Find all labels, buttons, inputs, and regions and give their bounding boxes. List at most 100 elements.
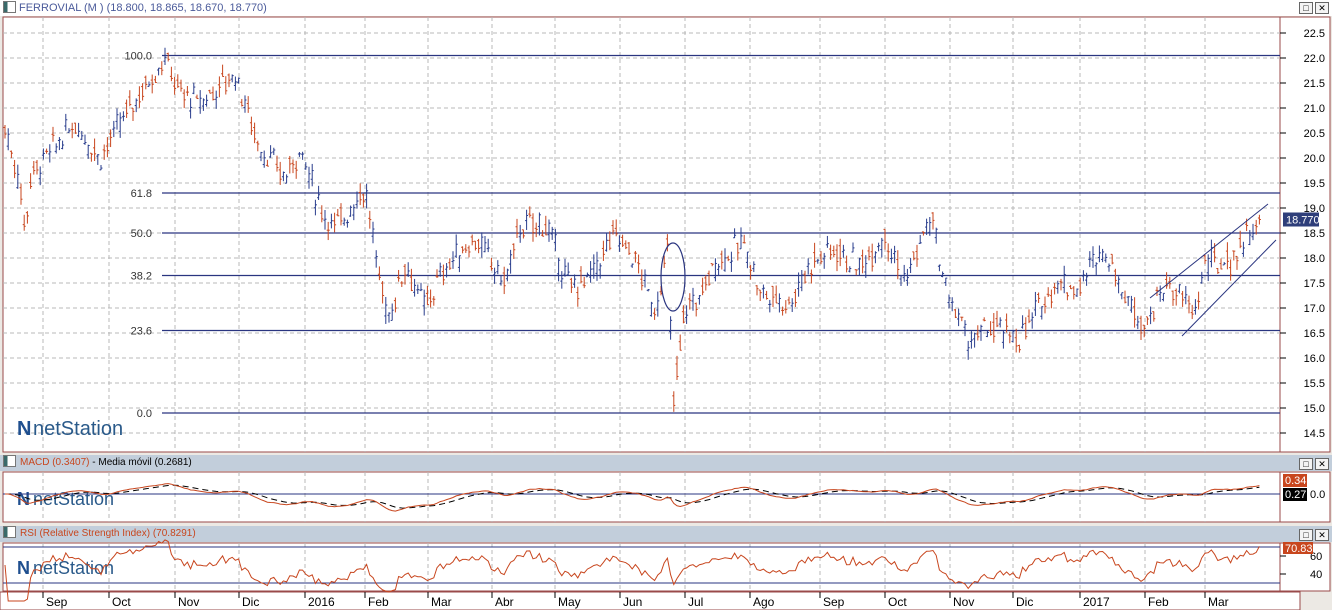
y-tick-label: 20.0 xyxy=(1304,153,1325,165)
ohlc-bar xyxy=(1177,284,1181,294)
ohlc-bar xyxy=(294,160,298,179)
ohlc-bar xyxy=(966,340,970,360)
ohlc-bar xyxy=(1072,286,1076,300)
fibonacci-label: 38.2 xyxy=(131,271,152,283)
ohlc-bar xyxy=(323,209,327,230)
ohlc-bar xyxy=(157,67,161,76)
ohlc-bar xyxy=(505,268,509,282)
ohlc-bar xyxy=(397,269,401,282)
ohlc-bar xyxy=(1091,246,1095,268)
ohlc-bar xyxy=(13,159,17,179)
ohlc-bar xyxy=(1149,306,1153,325)
price-chart[interactable]: Sep Oct Nov Dic 2016 Feb Mar Abr May Jun Jul Ago Sep… xyxy=(0,0,1332,610)
ohlc-bar xyxy=(368,210,372,229)
ohlc-bar xyxy=(934,227,938,244)
ohlc-bar xyxy=(777,293,781,313)
netstation-logo: netStation xyxy=(33,418,123,440)
ohlc-bar xyxy=(534,222,538,238)
ohlc-bar xyxy=(179,79,183,92)
ohlc-bar xyxy=(989,321,993,336)
ohlc-bar xyxy=(198,90,202,114)
ohlc-bar xyxy=(979,324,983,341)
ohlc-bar xyxy=(304,162,308,170)
ohlc-bar xyxy=(1245,218,1249,232)
ohlc-bar xyxy=(429,289,433,308)
ohlc-bar xyxy=(441,264,445,286)
ohlc-bar xyxy=(1133,297,1137,328)
ohlc-bar xyxy=(1008,331,1012,344)
rsi-tick-label: 40 xyxy=(1310,569,1322,581)
ohlc-bar xyxy=(1190,304,1194,320)
rsi-close-button[interactable]: ✕ xyxy=(1315,529,1329,541)
ohlc-bar xyxy=(518,224,522,243)
ohlc-bar xyxy=(272,147,276,156)
ohlc-bar xyxy=(592,254,596,279)
ohlc-bar xyxy=(349,205,353,217)
ohlc-bar xyxy=(685,305,689,324)
maximize-button[interactable]: □ xyxy=(1299,2,1313,14)
price-plot-area xyxy=(2,16,1281,453)
ohlc-bar xyxy=(1200,271,1204,284)
ohlc-bar xyxy=(771,285,775,307)
ohlc-bar xyxy=(355,191,359,209)
ohlc-bar xyxy=(73,122,77,134)
ohlc-bar xyxy=(675,355,679,381)
rsi-maximize-button[interactable]: □ xyxy=(1299,529,1313,541)
ohlc-bar xyxy=(57,137,61,151)
ohlc-bar xyxy=(883,228,887,250)
last-price-badge xyxy=(1283,212,1319,227)
ohlc-bar xyxy=(614,219,618,237)
netstation-logo: netStation xyxy=(33,558,114,578)
ohlc-bar xyxy=(752,261,756,273)
ohlc-bar xyxy=(608,231,612,251)
ohlc-bar xyxy=(473,240,477,251)
highlight-ellipse xyxy=(660,242,686,312)
ohlc-bar xyxy=(838,238,842,267)
ohlc-bar xyxy=(720,250,724,270)
ohlc-bar xyxy=(310,163,314,187)
ohlc-bar xyxy=(320,205,324,223)
ohlc-bar xyxy=(704,275,708,291)
ohlc-bar xyxy=(797,272,801,297)
ohlc-bar xyxy=(96,153,100,165)
ohlc-bar xyxy=(768,299,772,313)
y-tick-label: 14.5 xyxy=(1304,428,1325,440)
ohlc-bar xyxy=(365,183,369,209)
ohlc-bar xyxy=(861,249,865,274)
ohlc-bar xyxy=(86,144,90,159)
ohlc-bar xyxy=(688,293,692,310)
close-button[interactable]: ✕ xyxy=(1315,2,1329,14)
ohlc-bar xyxy=(915,244,919,267)
ohlc-bar xyxy=(1110,253,1114,265)
ohlc-bar xyxy=(435,269,439,279)
ohlc-bar xyxy=(531,213,535,242)
ohlc-bar xyxy=(1171,290,1175,306)
ohlc-bar xyxy=(665,234,669,252)
ohlc-bar xyxy=(662,255,666,268)
ohlc-bar xyxy=(822,252,826,269)
ohlc-bar xyxy=(339,203,343,226)
ohlc-bar xyxy=(89,152,93,162)
ohlc-bar xyxy=(672,391,676,412)
ohlc-bar xyxy=(877,242,881,252)
channel-upper-line xyxy=(1149,203,1269,299)
last-price-value: 18.770 xyxy=(1286,215,1320,227)
ohlc-bar xyxy=(400,281,404,288)
ohlc-bar xyxy=(237,77,241,84)
macd-maximize-button[interactable]: □ xyxy=(1299,458,1313,470)
ohlc-bar xyxy=(726,255,730,262)
ohlc-bar xyxy=(1033,291,1037,316)
ohlc-bar xyxy=(553,228,557,252)
ohlc-bar xyxy=(973,332,977,348)
ohlc-bar xyxy=(451,251,455,269)
ohlc-bar xyxy=(1037,292,1041,303)
ohlc-bar xyxy=(413,278,417,297)
ohlc-bar xyxy=(182,89,186,109)
ohlc-bar xyxy=(515,218,519,238)
ohlc-bar xyxy=(765,290,769,300)
rsi-axis-area xyxy=(1279,542,1331,592)
macd-close-button[interactable]: ✕ xyxy=(1315,458,1329,470)
ohlc-bar xyxy=(937,264,941,272)
ohlc-bar xyxy=(547,219,551,242)
ohlc-bar xyxy=(297,152,301,157)
